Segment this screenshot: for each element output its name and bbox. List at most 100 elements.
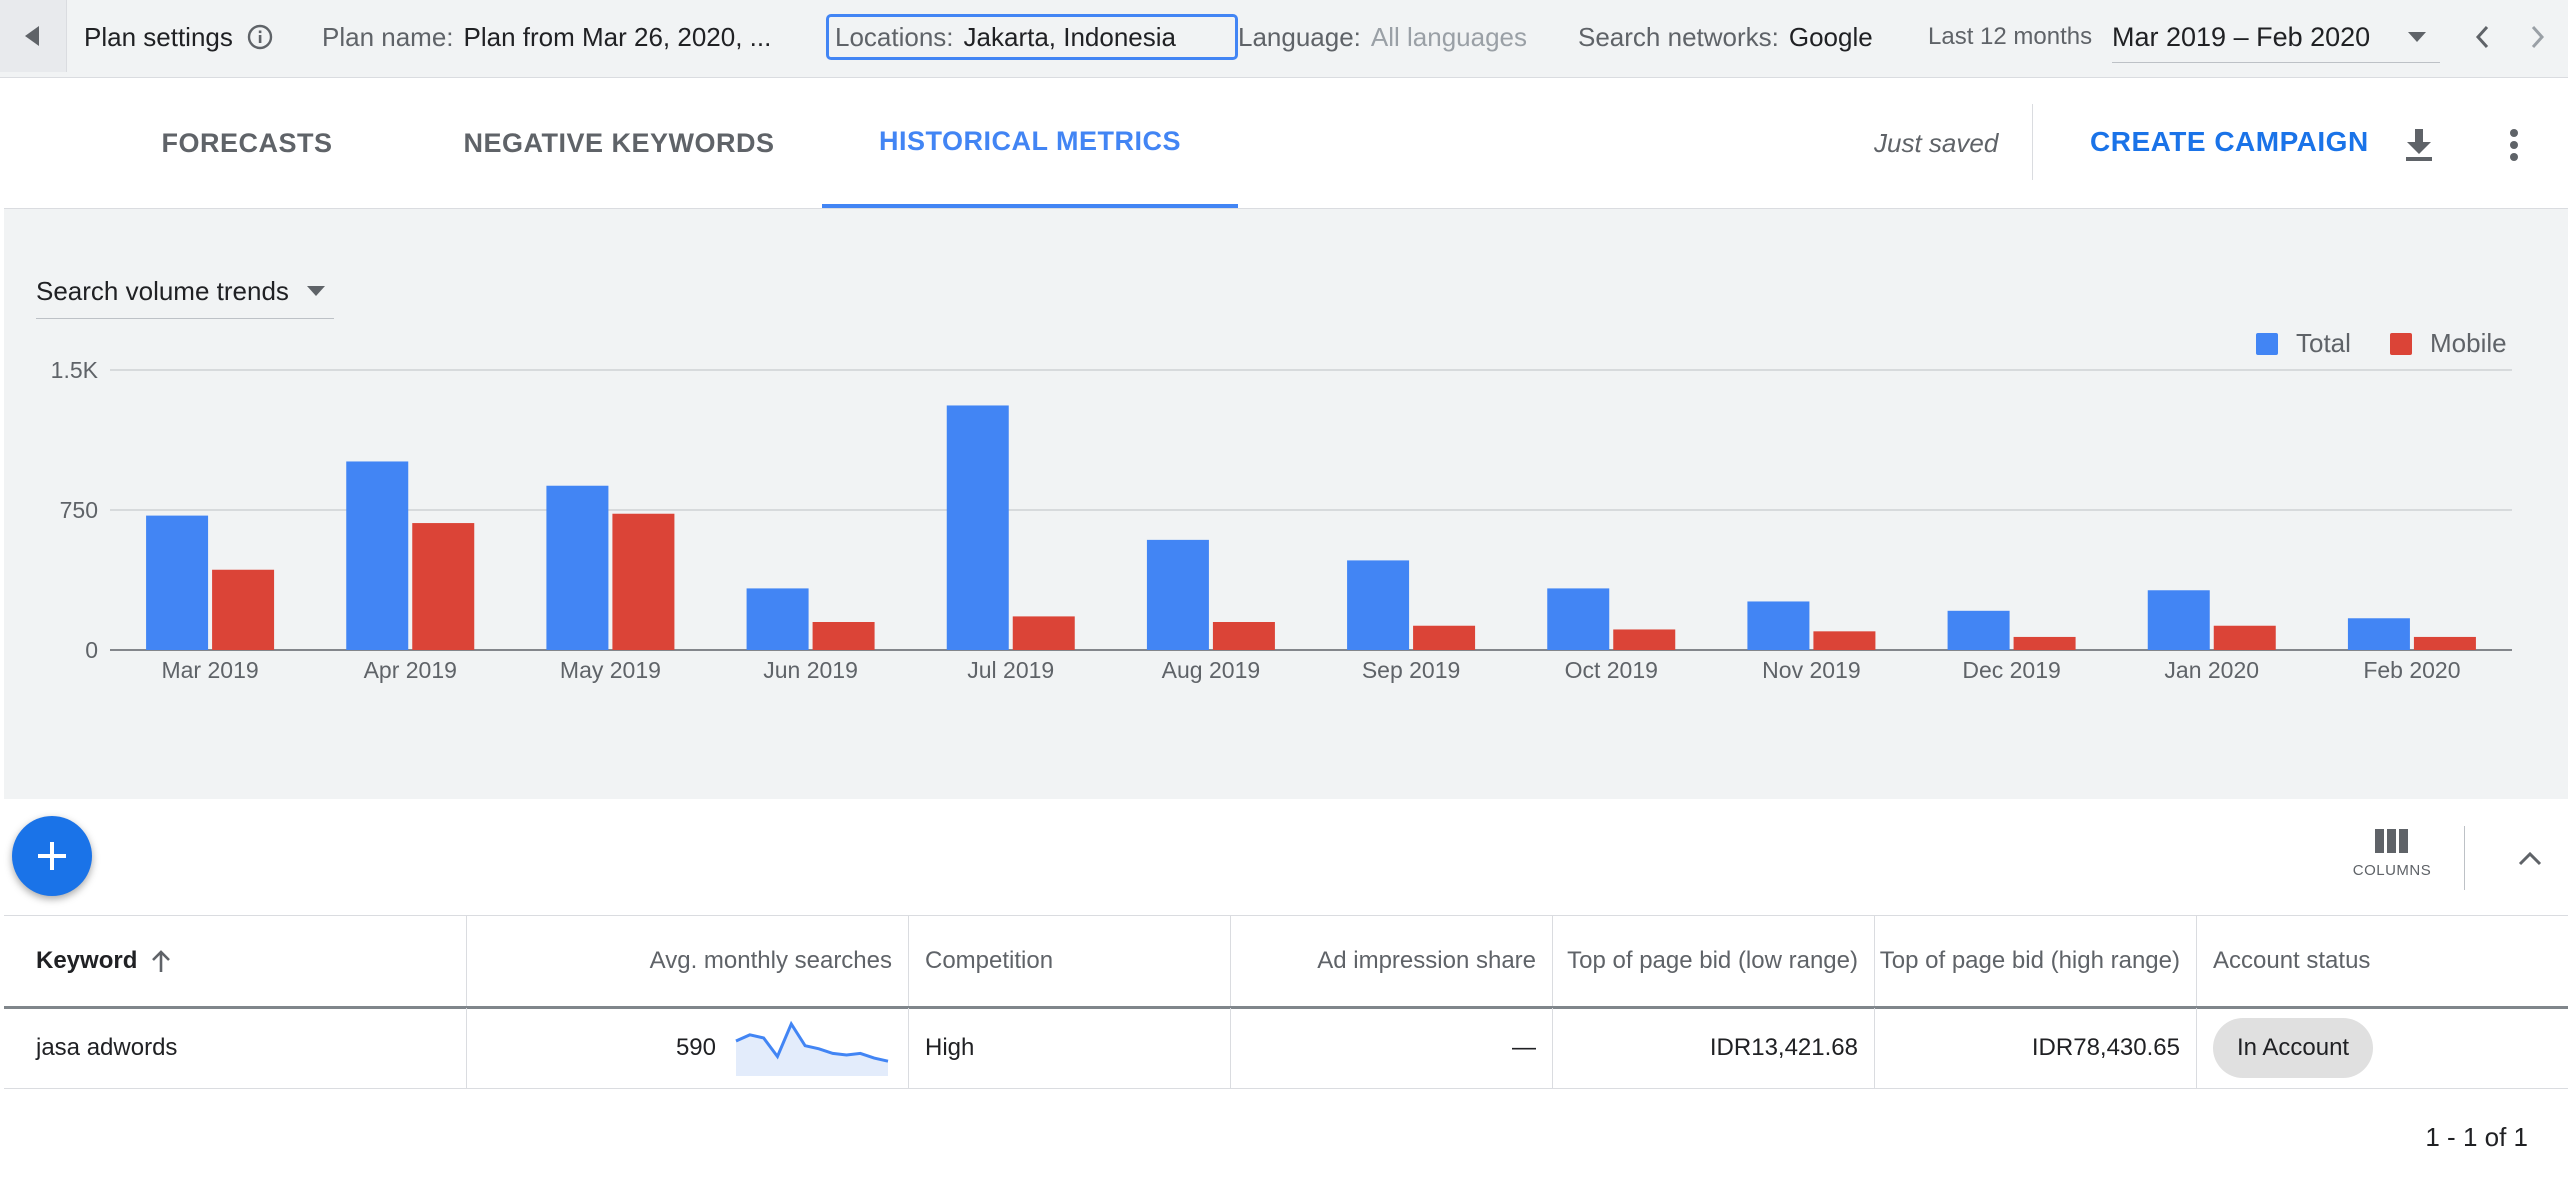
header-divider xyxy=(2032,104,2033,180)
x-tick-label: Jan 2020 xyxy=(2164,657,2259,683)
dropdown-arrow-icon xyxy=(2408,32,2426,42)
column-header-bid-low[interactable]: Top of page bid (low range) xyxy=(1552,916,1874,1006)
chart-type-select[interactable]: Search volume trends xyxy=(36,264,334,319)
y-tick-label: 1.5K xyxy=(51,357,99,383)
chevron-right-icon xyxy=(2531,25,2545,49)
networks-value: Google xyxy=(1788,21,1873,52)
bar-mobile xyxy=(2213,625,2276,650)
x-tick-label: Mar 2019 xyxy=(161,657,258,683)
more-vert-icon xyxy=(2510,129,2518,161)
x-tick-label: Apr 2019 xyxy=(364,657,457,683)
download-button[interactable] xyxy=(2396,122,2442,168)
locations-setting[interactable]: Locations: Jakarta, Indonesia xyxy=(826,14,1238,60)
trend-sparkline xyxy=(735,1020,889,1076)
bar-total xyxy=(146,515,209,650)
bar-mobile xyxy=(1212,622,1275,650)
bar-total xyxy=(1547,588,1610,650)
bar-mobile xyxy=(412,523,475,650)
bar-mobile xyxy=(212,569,275,650)
save-status: Just saved xyxy=(1874,128,1999,158)
bar-mobile xyxy=(2013,636,2076,650)
status-badge: In Account xyxy=(2213,1018,2374,1078)
arrow-left-icon xyxy=(25,26,39,46)
keyword-table-header: Keyword Avg. monthly searches Competitio… xyxy=(4,915,2568,1009)
column-header-bid-high[interactable]: Top of page bid (high range) xyxy=(1874,916,2196,1006)
bar-total xyxy=(546,485,609,650)
locations-label: Locations: xyxy=(835,21,954,52)
plan-name-label: Plan name: xyxy=(322,21,454,52)
bar-total xyxy=(2147,590,2210,650)
language-setting[interactable]: Language: All languages xyxy=(1238,0,1527,74)
plan-name-setting[interactable]: Plan name: Plan from Mar 26, 2020, ... xyxy=(322,0,771,74)
tab-forecasts[interactable]: FORECASTS xyxy=(82,78,412,208)
collapse-settings-button[interactable] xyxy=(0,0,67,72)
previous-period-button[interactable] xyxy=(2466,20,2500,54)
column-header-avg-searches[interactable]: Avg. monthly searches xyxy=(466,916,908,1006)
bar-total xyxy=(346,461,409,650)
locations-value: Jakarta, Indonesia xyxy=(963,21,1176,52)
bar-total xyxy=(746,588,809,650)
chart-type-value: Search volume trends xyxy=(36,275,289,306)
plan-settings-title: Plan settings xyxy=(84,0,275,74)
date-range-select[interactable]: Mar 2019 – Feb 2020 xyxy=(2112,12,2440,63)
toolbar-divider xyxy=(2464,826,2465,890)
download-icon xyxy=(2406,129,2432,161)
account-status-cell: In Account xyxy=(2196,1008,2568,1088)
column-label-keyword: Keyword xyxy=(36,947,138,974)
create-campaign-button[interactable]: CREATE CAMPAIGN xyxy=(2090,126,2369,158)
y-tick-label: 750 xyxy=(60,497,98,523)
keyword-cell[interactable]: jasa adwords xyxy=(4,1008,466,1088)
avg-searches-cell: 590 xyxy=(466,1008,908,1088)
plan-settings-label: Plan settings xyxy=(84,21,233,52)
x-tick-label: Aug 2019 xyxy=(1162,657,1260,683)
y-tick-label: 0 xyxy=(85,637,98,663)
dropdown-arrow-icon xyxy=(306,286,325,296)
column-header-account-status[interactable]: Account status xyxy=(2196,916,2568,1006)
bar-total xyxy=(1947,610,2010,650)
bar-mobile xyxy=(1012,616,1075,650)
chevron-left-icon xyxy=(2475,25,2489,49)
sort-ascending-icon[interactable] xyxy=(149,948,173,974)
search-networks-setting[interactable]: Search networks: Google xyxy=(1578,0,1873,74)
bid-low-cell: IDR13,421.68 xyxy=(1552,1008,1874,1088)
bar-mobile xyxy=(1813,631,1876,650)
info-icon[interactable] xyxy=(245,22,275,52)
search-volume-chart: 0 750 1.5K Mar 2019 Apr 2019 May 2019 Jun 2019… xyxy=(51,357,2512,683)
add-keywords-button[interactable] xyxy=(12,816,92,896)
bar-total xyxy=(1347,560,1410,650)
date-range-value: Mar 2019 – Feb 2020 xyxy=(2112,21,2371,52)
language-label: Language: xyxy=(1238,21,1361,52)
x-tick-label: Jul 2019 xyxy=(967,657,1054,683)
plan-name-value: Plan from Mar 26, 2020, ... xyxy=(463,21,772,52)
collapse-chart-button[interactable] xyxy=(2508,838,2552,878)
bar-total xyxy=(946,405,1009,650)
tab-historical-metrics[interactable]: HISTORICAL METRICS xyxy=(822,78,1238,208)
bar-mobile xyxy=(2413,636,2476,650)
table-row[interactable]: jasa adwords 590 High — IDR13,421.68 IDR… xyxy=(4,1008,2568,1089)
chevron-up-icon xyxy=(2518,851,2542,866)
sparkline-area xyxy=(736,1024,888,1076)
plus-icon xyxy=(38,842,66,870)
column-header-keyword[interactable]: Keyword xyxy=(4,916,466,1006)
language-value: All languages xyxy=(1370,21,1528,52)
competition-cell: High xyxy=(908,1008,1230,1088)
x-tick-label: Dec 2019 xyxy=(1962,657,2060,683)
x-tick-label: Sep 2019 xyxy=(1362,657,1460,683)
column-header-impression-share[interactable]: Ad impression share xyxy=(1230,916,1552,1006)
column-header-competition[interactable]: Competition xyxy=(908,916,1230,1006)
plan-settings-bar: Plan settings Plan name: Plan from Mar 2… xyxy=(0,0,2568,78)
pagination-info: 1 - 1 of 1 xyxy=(2425,1122,2528,1152)
tab-negative-keywords[interactable]: NEGATIVE KEYWORDS xyxy=(412,78,826,208)
next-period-button[interactable] xyxy=(2520,20,2554,54)
x-tick-label: May 2019 xyxy=(560,657,661,683)
impression-share-cell: — xyxy=(1230,1008,1552,1088)
bar-mobile xyxy=(1413,625,1476,650)
x-tick-label: Jun 2019 xyxy=(763,657,858,683)
bar-total xyxy=(1146,539,1209,650)
x-tick-label: Oct 2019 xyxy=(1565,657,1658,683)
more-options-button[interactable] xyxy=(2494,122,2534,168)
columns-icon xyxy=(2375,829,2408,853)
date-range-label: Last 12 months xyxy=(1928,23,2093,50)
columns-button[interactable]: COLUMNS xyxy=(2346,826,2438,896)
bar-mobile xyxy=(1613,629,1676,650)
